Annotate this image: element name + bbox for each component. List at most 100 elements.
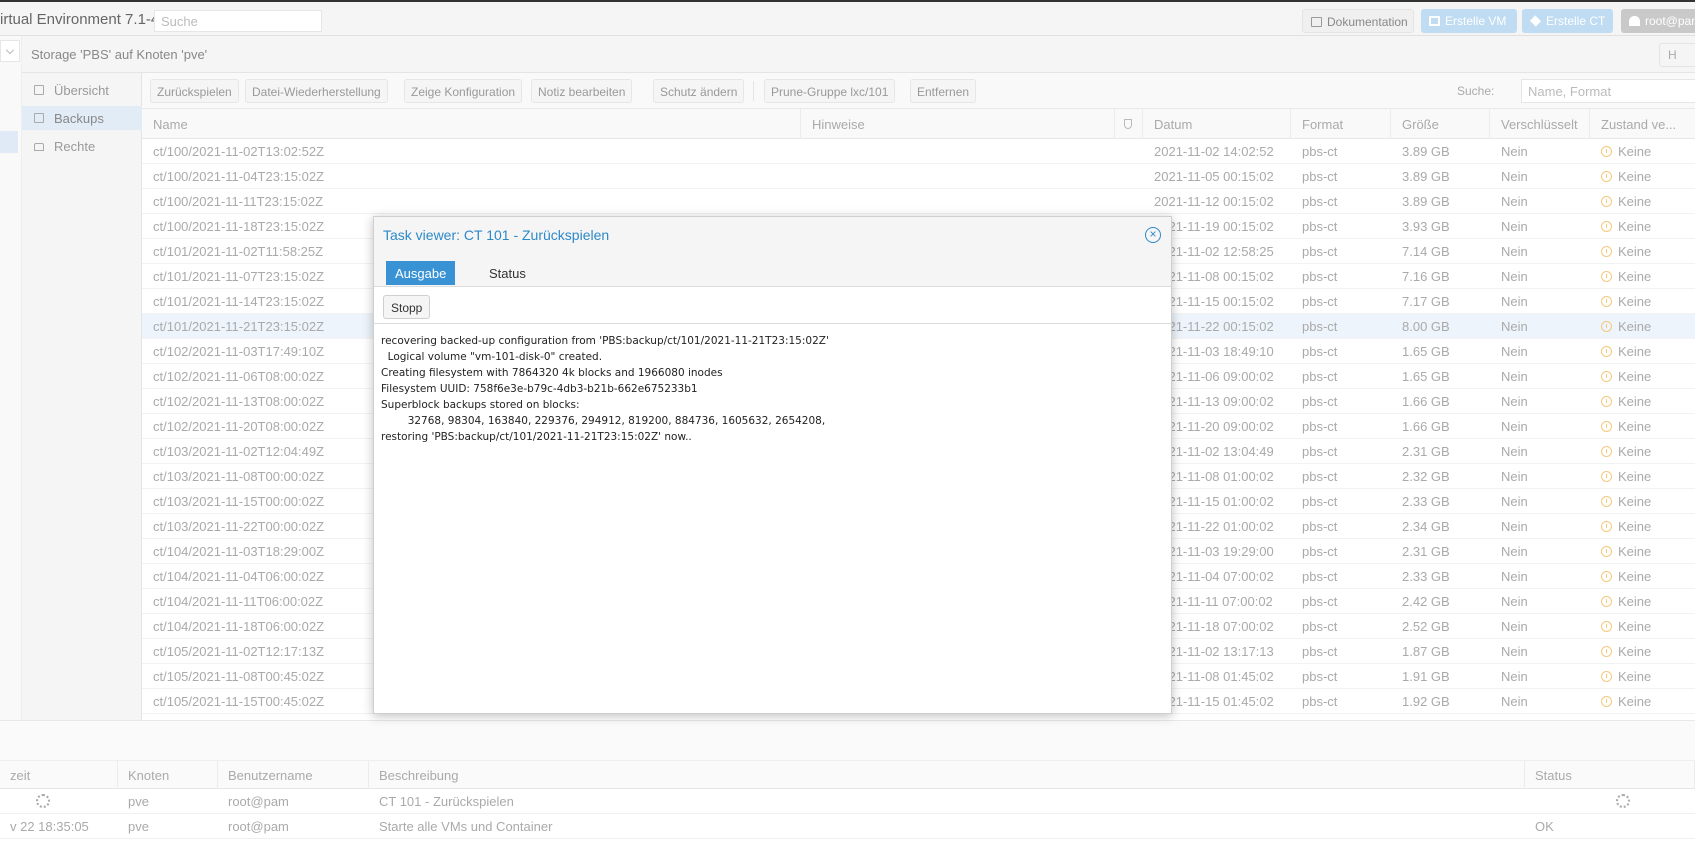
global-search-input[interactable]: Suche <box>154 10 322 32</box>
table-row[interactable]: ct/100/2021-11-02T13:02:52Z 2021-11-02 14… <box>142 139 1695 164</box>
col-header-size[interactable]: Größe <box>1391 109 1490 139</box>
user-menu-button[interactable]: root@pam <box>1621 9 1695 33</box>
cell-encrypted: Nein <box>1490 264 1590 289</box>
cell-size-text: 1.92 GB <box>1402 694 1450 709</box>
cell-name-text: ct/101/2021-11-14T23:15:02Z <box>153 294 325 309</box>
cell-format-text: pbs-ct <box>1302 219 1338 234</box>
tab-output[interactable]: Ausgabe <box>386 261 456 285</box>
documentation-label: Dokumentation <box>1327 15 1408 29</box>
remove-button[interactable]: Entfernen <box>910 79 977 103</box>
col-header-verify-state[interactable]: Zustand ve... <box>1590 109 1695 139</box>
col-header-notes[interactable]: Hinweise <box>801 109 1115 139</box>
cell-name-text: ct/105/2021-11-08T00:45:02Z <box>153 669 325 684</box>
cell-size-text: 3.89 GB <box>1402 194 1450 209</box>
col-header-name[interactable]: Name <box>142 109 801 139</box>
cell-size: 1.65 GB <box>1391 339 1490 364</box>
table-row[interactable]: ct/100/2021-11-04T23:15:02Z 2021-11-05 00… <box>142 164 1695 189</box>
documentation-button[interactable]: Dokumentation <box>1302 9 1414 33</box>
cell-name-text: ct/104/2021-11-18T06:00:02Z <box>153 619 325 634</box>
task-output-log[interactable]: recovering backed-up configuration from … <box>374 324 1171 713</box>
help-label: H <box>1668 48 1677 62</box>
cell-format: pbs-ct <box>1291 639 1391 664</box>
cell-encrypted: Nein <box>1490 439 1590 464</box>
backup-search-input[interactable]: Name, Format <box>1521 79 1695 103</box>
cell-size: 3.89 GB <box>1391 189 1490 214</box>
nav-item-overview[interactable]: Übersicht <box>22 78 142 102</box>
edit-notes-button[interactable]: Notiz bearbeiten <box>531 79 633 103</box>
col-header-description[interactable]: Beschreibung <box>369 761 1525 789</box>
cell-size-text: 7.17 GB <box>1402 294 1450 309</box>
cell-size: 1.91 GB <box>1391 664 1490 689</box>
restore-button[interactable]: Zurückspielen <box>150 79 239 103</box>
cell-format-text: pbs-ct <box>1302 244 1338 259</box>
warning-icon <box>1601 271 1612 282</box>
create-ct-label: Erstelle CT <box>1546 14 1606 28</box>
nav-item-backups[interactable]: Backups <box>22 106 142 130</box>
col-header-date[interactable]: Datum <box>1143 109 1291 139</box>
dialog-tabbar: Ausgabe Status <box>374 253 1171 287</box>
cell-verify-state-text: Keine <box>1618 519 1652 534</box>
cell-verify-state-text: Keine <box>1618 294 1652 309</box>
task-row[interactable]: pve root@pam CT 101 - Zurückspielen <box>0 789 1695 814</box>
resource-tree <box>0 36 22 720</box>
cell-size: 2.33 GB <box>1391 564 1490 589</box>
task-table-header: zeit Knoten Benutzername Beschreibung St… <box>0 761 1695 789</box>
cell-format-text: pbs-ct <box>1302 144 1338 159</box>
backup-table-header: Name Hinweise Datum Format Größe Verschl… <box>142 109 1695 139</box>
task-cell-description-text: CT 101 - Zurückspielen <box>379 794 514 809</box>
spinner-icon <box>36 794 50 808</box>
stop-button[interactable]: Stopp <box>383 295 431 319</box>
cell-size-text: 2.31 GB <box>1402 544 1450 559</box>
nav-item-permissions[interactable]: Rechte <box>22 134 142 158</box>
task-cell-node: pve <box>118 814 218 839</box>
cell-encrypted: Nein <box>1490 589 1590 614</box>
cell-size-text: 2.34 GB <box>1402 519 1450 534</box>
cell-encrypted-text: Nein <box>1501 194 1528 209</box>
cell-encrypted: Nein <box>1490 389 1590 414</box>
warning-icon <box>1601 496 1612 507</box>
cell-name-text: ct/101/2021-11-07T23:15:02Z <box>153 269 325 284</box>
cell-verify-state: Keine <box>1590 264 1695 289</box>
cell-format-text: pbs-ct <box>1302 669 1338 684</box>
col-header-format[interactable]: Format <box>1291 109 1391 139</box>
tab-status[interactable]: Status <box>480 261 535 285</box>
cell-size-text: 3.89 GB <box>1402 169 1450 184</box>
create-ct-button[interactable]: Erstelle CT <box>1522 9 1613 33</box>
file-restore-button[interactable]: Datei-Wiederherstellung <box>245 79 388 103</box>
cell-encrypted-text: Nein <box>1501 219 1528 234</box>
cell-encrypted-text: Nein <box>1501 644 1528 659</box>
cell-name-text: ct/104/2021-11-03T18:29:00Z <box>153 544 325 559</box>
cell-encrypted-text: Nein <box>1501 569 1528 584</box>
cell-encrypted: Nein <box>1490 689 1590 714</box>
show-config-button[interactable]: Zeige Konfiguration <box>404 79 523 103</box>
change-protection-button[interactable]: Schutz ändern <box>653 79 745 103</box>
col-header-node[interactable]: Knoten <box>118 761 218 789</box>
col-header-protected[interactable] <box>1115 109 1143 139</box>
cell-format-text: pbs-ct <box>1302 544 1338 559</box>
cell-encrypted: Nein <box>1490 164 1590 189</box>
cell-format: pbs-ct <box>1291 239 1391 264</box>
cell-format-text: pbs-ct <box>1302 169 1338 184</box>
cell-format-text: pbs-ct <box>1302 394 1338 409</box>
resource-tree-selected-item[interactable] <box>0 131 18 153</box>
col-header-end-time[interactable]: zeit <box>0 761 118 789</box>
table-row[interactable]: ct/100/2021-11-11T23:15:02Z 2021-11-12 00… <box>142 189 1695 214</box>
log-line: Filesystem UUID: 758f6e3e-b79c-4db3-b21b… <box>381 383 698 395</box>
panel-splitter[interactable] <box>0 720 1695 729</box>
cell-format-text: pbs-ct <box>1302 569 1338 584</box>
cell-format: pbs-ct <box>1291 514 1391 539</box>
cell-size: 2.32 GB <box>1391 464 1490 489</box>
col-header-username[interactable]: Benutzername <box>218 761 369 789</box>
view-selector[interactable] <box>0 40 20 62</box>
warning-icon <box>1601 221 1612 232</box>
col-header-status[interactable]: Status <box>1525 761 1695 789</box>
task-row[interactable]: v 22 18:35:05 pve root@pam Starte alle VMs … <box>0 814 1695 839</box>
prune-group-button[interactable]: Prune-Gruppe lxc/101 <box>764 79 896 103</box>
close-icon[interactable]: × <box>1145 227 1161 243</box>
cell-size-text: 2.31 GB <box>1402 444 1450 459</box>
col-header-encrypted[interactable]: Verschlüsselt <box>1490 109 1590 139</box>
cell-format: pbs-ct <box>1291 489 1391 514</box>
cell-verify-state-text: Keine <box>1618 244 1652 259</box>
create-vm-button[interactable]: Erstelle VM <box>1421 9 1517 33</box>
help-button[interactable]: H <box>1659 43 1695 67</box>
